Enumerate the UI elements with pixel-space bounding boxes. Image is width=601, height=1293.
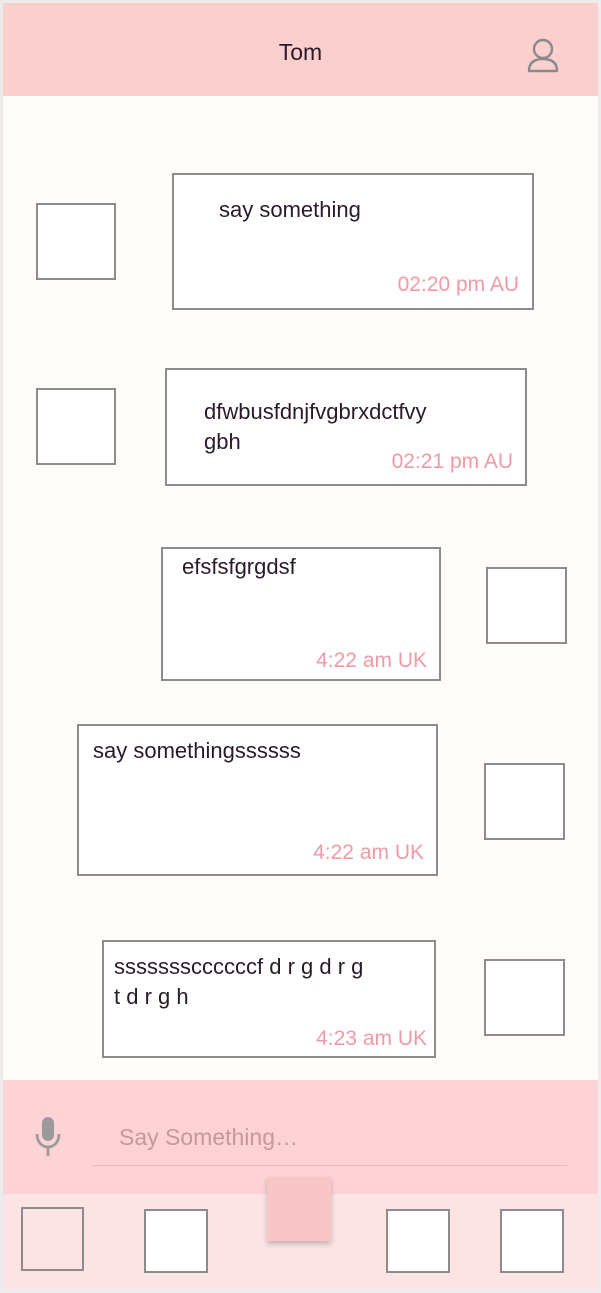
tab-item-active[interactable] [267,1177,331,1241]
message-text: efsfsfgrgdsf [182,554,296,579]
message-bubble[interactable]: efsfsfgrgdsf 4:22 am UK [161,547,441,681]
message-text: sssssssccccccf d r g d r g t d r g h [114,954,364,1009]
message-bubble[interactable]: dfwbusfdnjfvgbrxdctfvy gbh 02:21 pm AU [165,368,527,486]
message-bubble[interactable]: sssssssccccccf d r g d r g t d r g h 4:2… [102,940,436,1058]
chat-header: Tom [3,3,598,96]
message-text: say somethingssssss [93,738,301,763]
message-text: dfwbusfdnjfvgbrxdctfvy gbh [204,399,427,454]
bottom-tab-bar [3,1177,598,1289]
recipient-avatar [486,567,567,644]
message-timestamp: 02:20 pm AU [397,273,519,296]
message-timestamp: 4:22 am UK [313,841,424,864]
recipient-avatar [484,763,565,840]
tab-item-2[interactable] [144,1209,208,1273]
contact-name: Tom [278,39,323,65]
message-timestamp: 02:21 pm AU [391,450,513,473]
message-input[interactable] [93,1110,567,1166]
tab-item-1[interactable] [21,1207,84,1271]
microphone-icon[interactable] [34,1115,62,1159]
message-timestamp: 4:23 am UK [316,1027,427,1050]
sender-avatar [36,203,116,280]
tab-item-4[interactable] [386,1209,450,1273]
message-timestamp: 4:22 am UK [316,649,427,672]
chat-screen: Tom say something 02:20 pm AU dfwbusfdnj… [3,3,598,1289]
sender-avatar [36,388,116,465]
recipient-avatar [484,959,565,1036]
user-profile-icon[interactable] [526,37,560,77]
message-text: say something [219,197,361,222]
message-bubble[interactable]: say somethingssssss 4:22 am UK [77,724,438,876]
tab-item-5[interactable] [500,1209,564,1273]
message-bubble[interactable]: say something 02:20 pm AU [172,173,534,310]
